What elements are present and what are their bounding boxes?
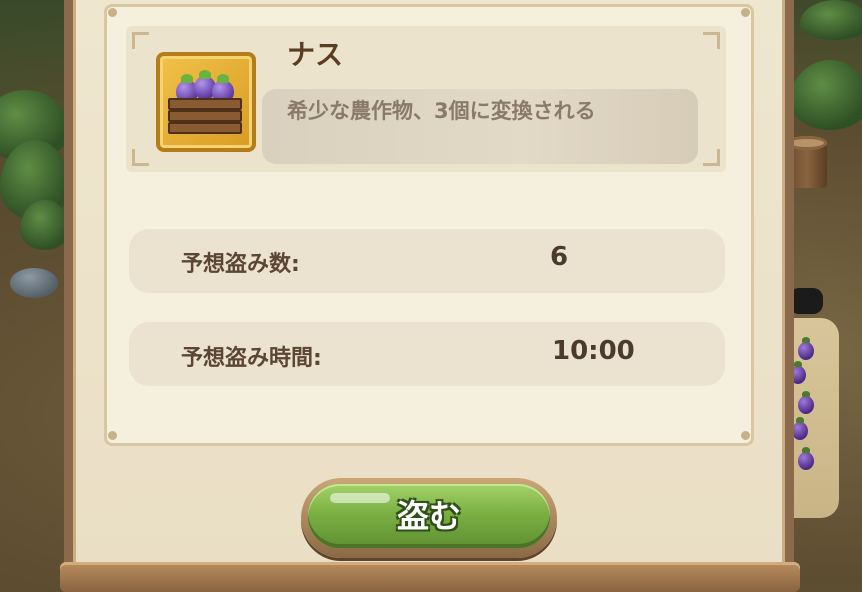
item-name: ナス — [287, 38, 344, 71]
corner-ornament-icon — [132, 149, 149, 166]
eggplant-crop — [792, 417, 808, 440]
side-tab — [789, 288, 823, 314]
corner-ornament-icon — [741, 8, 750, 17]
panel-base-trim — [60, 562, 800, 592]
corner-ornament-icon — [741, 431, 750, 440]
item-description: 希少な農作物、3個に変換される — [287, 99, 596, 123]
corner-ornament-icon — [108, 431, 117, 440]
corner-ornament-icon — [132, 32, 149, 49]
eggplant-crate-icon — [168, 70, 242, 138]
eggplant-crop — [798, 337, 814, 360]
corner-ornament-icon — [703, 32, 720, 49]
palm-leaf — [800, 0, 862, 40]
stat-label-steal-count: 予想盗み数: — [181, 252, 300, 277]
stat-value-steal-count: 6 — [550, 242, 569, 272]
steal-button-face[interactable]: 盗む — [308, 484, 550, 548]
eggplant-crop — [798, 447, 814, 470]
rock — [10, 268, 58, 298]
corner-ornament-icon — [108, 8, 117, 17]
steal-button-label[interactable]: 盗む — [308, 484, 550, 548]
palm-leaf — [790, 60, 862, 130]
eggplant-crop — [798, 391, 814, 414]
steal-button[interactable]: 盗む — [301, 478, 557, 558]
stat-value-steal-time: 10:00 — [552, 336, 635, 366]
stat-label-steal-time: 予想盗み時間: — [181, 346, 322, 371]
corner-ornament-icon — [703, 149, 720, 166]
